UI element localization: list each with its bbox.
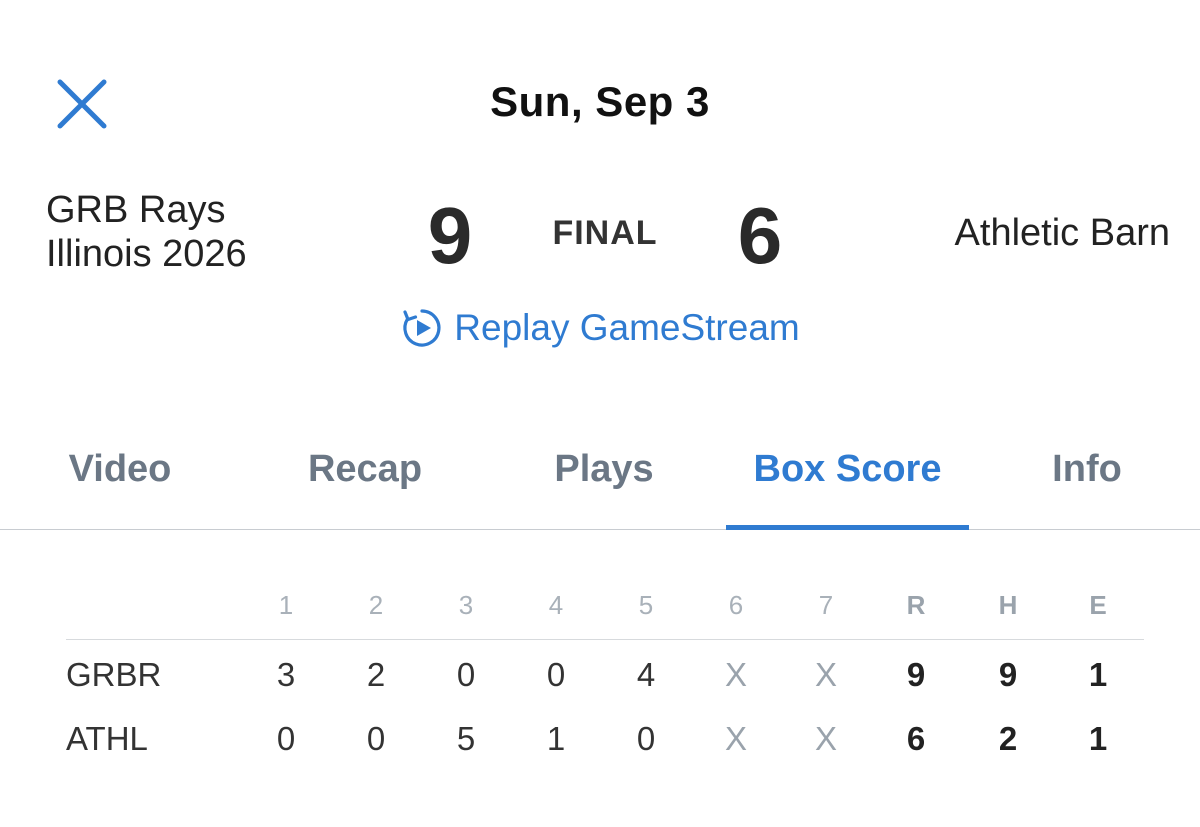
column-header-errors: E (1089, 590, 1107, 620)
inning-score: X (724, 656, 747, 693)
column-header: 3 (458, 590, 474, 620)
column-header: 2 (368, 590, 384, 620)
home-score: 6 (737, 191, 783, 280)
column-header: 5 (638, 590, 654, 620)
hits-total: 9 (998, 656, 1018, 693)
replay-play-icon (403, 309, 441, 347)
runs-total: 6 (906, 720, 926, 757)
inning-score: 0 (276, 720, 296, 757)
inning-score: 4 (636, 656, 656, 693)
tab-bar: Video Recap Plays Box Score Info (0, 430, 1200, 530)
away-team-name-line2: Illinois 2026 (46, 233, 247, 275)
table-row: GRBR 3 2 0 0 4 X X 9 9 1 (66, 640, 1144, 704)
box-score-table: 1 2 3 4 5 6 7 R H E GRBR 3 2 0 0 4 X X 9… (66, 580, 1144, 768)
inning-score: X (814, 656, 837, 693)
team-abbreviation: ATHL (66, 720, 148, 757)
column-header-runs: R (906, 590, 926, 620)
runs-total: 9 (906, 656, 926, 693)
tab-recap[interactable]: Recap (285, 448, 445, 530)
tab-info[interactable]: Info (1010, 448, 1164, 530)
home-team-name: Athletic Barn (954, 212, 1170, 254)
column-header: 7 (818, 590, 834, 620)
away-team-name: GRB Rays Illinois 2026 (46, 188, 376, 276)
inning-score: 5 (456, 720, 476, 757)
table-row: ATHL 0 0 5 1 0 X X 6 2 1 (66, 704, 1144, 768)
tab-video[interactable]: Video (40, 448, 200, 530)
column-header: 1 (278, 590, 294, 620)
away-team-name-line1: GRB Rays (46, 189, 226, 231)
page-title: Sun, Sep 3 (490, 78, 710, 125)
errors-total: 1 (1088, 656, 1108, 693)
inning-score: 0 (366, 720, 386, 757)
away-score: 9 (427, 191, 473, 280)
tab-box-score[interactable]: Box Score (726, 448, 969, 530)
box-score-header-row: 1 2 3 4 5 6 7 R H E (66, 580, 1144, 640)
tab-plays[interactable]: Plays (524, 448, 684, 530)
game-status: FINAL (552, 214, 658, 252)
column-header: 4 (548, 590, 564, 620)
column-header: 6 (728, 590, 744, 620)
hits-total: 2 (998, 720, 1018, 757)
replay-gamestream-label: Replay GameStream (454, 307, 800, 348)
errors-total: 1 (1088, 720, 1108, 757)
inning-score: 0 (546, 656, 566, 693)
inning-score: 0 (636, 720, 656, 757)
inning-score: X (724, 720, 747, 757)
inning-score: 0 (456, 656, 476, 693)
inning-score: X (814, 720, 837, 757)
inning-score: 1 (546, 720, 566, 757)
replay-gamestream-link[interactable]: Replay GameStream (0, 306, 1200, 350)
inning-score: 3 (276, 656, 296, 693)
team-abbreviation: GRBR (66, 656, 162, 693)
column-header-hits: H (998, 590, 1018, 620)
inning-score: 2 (366, 656, 386, 693)
